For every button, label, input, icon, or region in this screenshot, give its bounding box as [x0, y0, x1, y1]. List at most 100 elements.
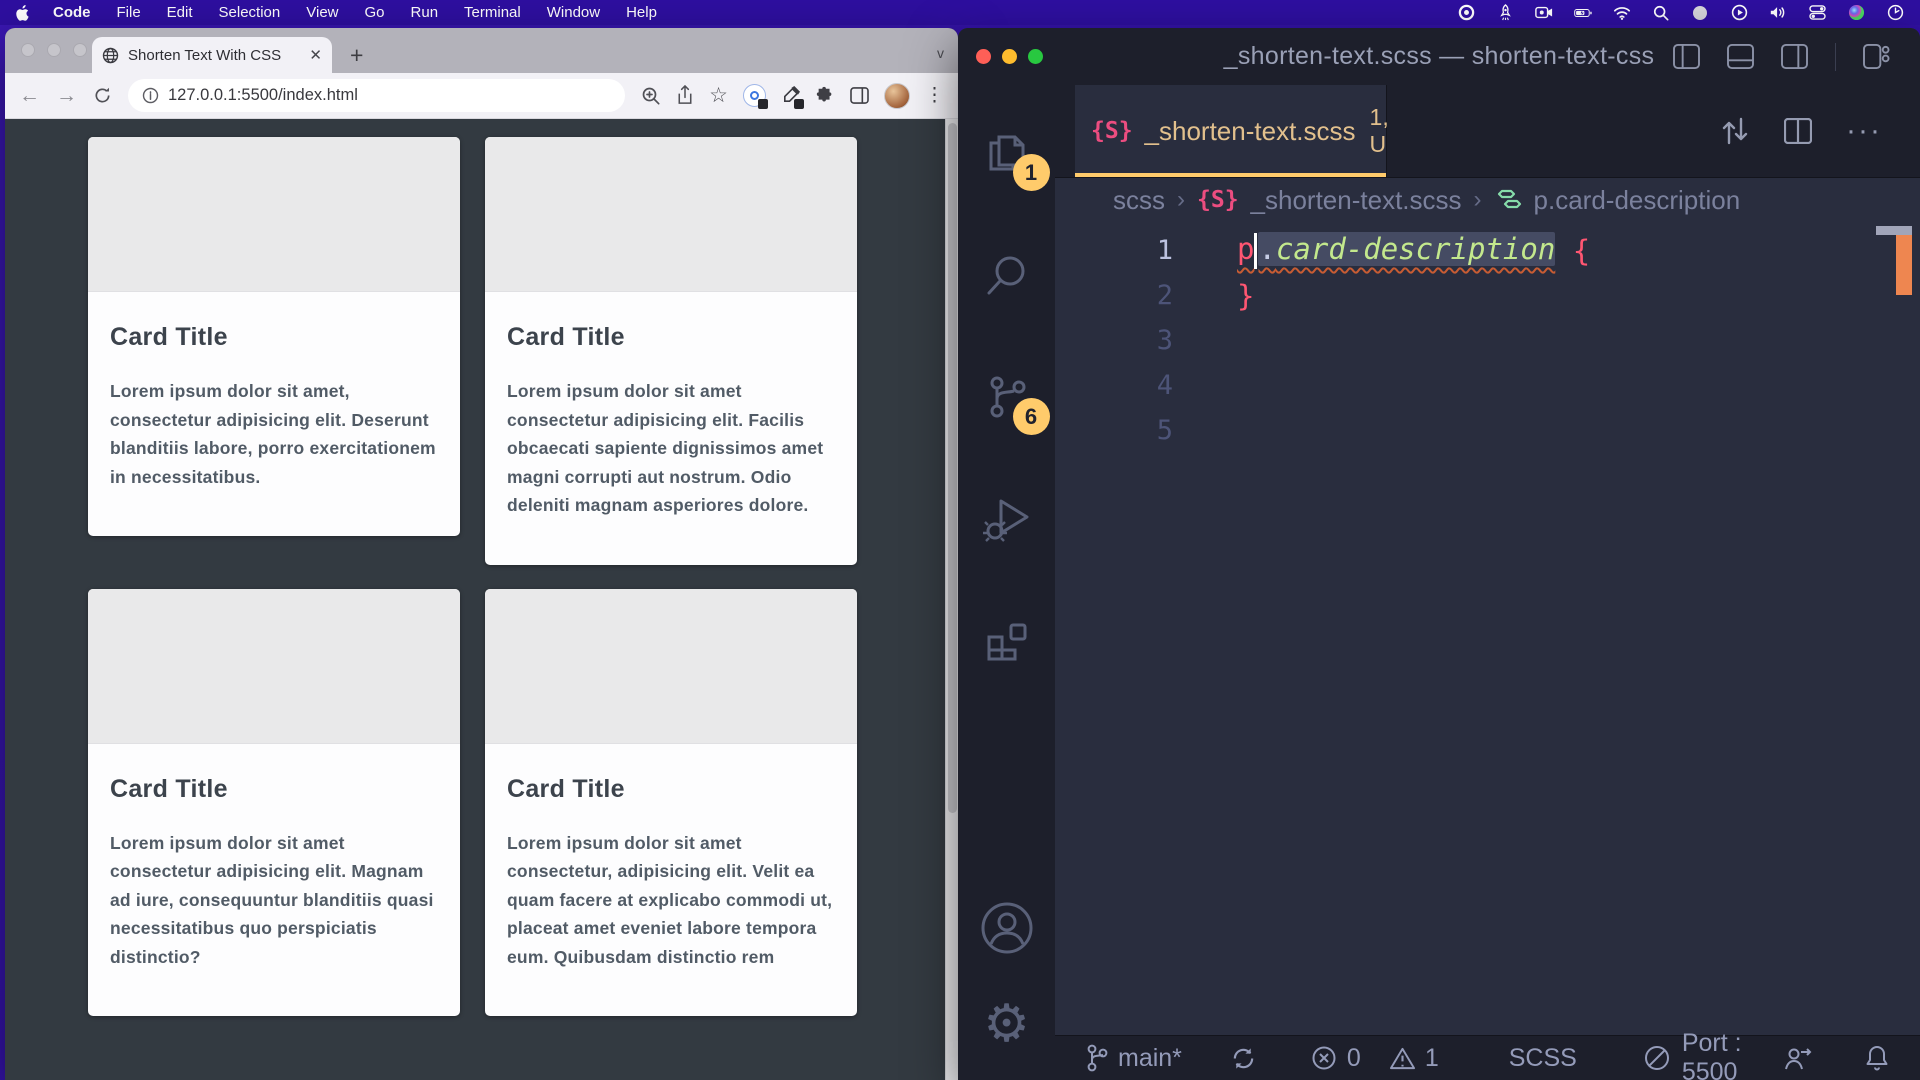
vscode-titlebar[interactable]: _shorten-text.scss — shorten-text-css [958, 28, 1920, 85]
explorer-badge: 1 [1013, 154, 1050, 191]
scrollbar-thumb[interactable] [948, 123, 957, 813]
line-number: 5 [1055, 415, 1173, 446]
toggle-panel-icon[interactable] [1727, 44, 1754, 69]
problems-item[interactable]: 0 1 [1311, 1044, 1439, 1073]
forward-button[interactable]: → [56, 85, 77, 106]
zoom-window-button[interactable] [1028, 49, 1043, 64]
close-window-button[interactable] [21, 43, 35, 57]
wifi-icon[interactable] [1613, 4, 1631, 22]
breadcrumb-file[interactable]: _shorten-text.scss [1251, 185, 1462, 216]
url-bar[interactable]: 127.0.0.1:5500/index.html [128, 79, 625, 112]
back-button[interactable]: ← [19, 85, 40, 106]
menu-item-window[interactable]: Window [547, 4, 600, 21]
reload-button[interactable] [93, 86, 112, 105]
siri-icon[interactable] [1847, 4, 1865, 22]
breadcrumb-folder[interactable]: scss [1113, 185, 1165, 216]
chevron-right-icon: › [1474, 186, 1482, 214]
settings-gear-icon[interactable]: ⚙ [983, 998, 1030, 1050]
overflow-menu-icon[interactable]: ⋮ [925, 84, 944, 107]
minimize-window-button[interactable] [1002, 49, 1017, 64]
warnings-count: 1 [1425, 1044, 1439, 1073]
card-description: Lorem ipsum dolor sit amet consectetur a… [110, 829, 438, 972]
clock-icon[interactable] [1886, 4, 1904, 22]
sync-icon[interactable] [1230, 1045, 1257, 1072]
editor-scrollbar-slider[interactable] [1876, 226, 1912, 235]
volume-icon[interactable] [1769, 4, 1787, 22]
new-tab-button[interactable]: + [350, 44, 363, 67]
menu-item-help[interactable]: Help [626, 4, 657, 21]
explorer-icon[interactable]: 1 [981, 127, 1033, 179]
language-mode[interactable]: SCSS [1509, 1044, 1577, 1073]
password-key-icon[interactable] [743, 84, 766, 107]
code-line-4[interactable]: 4 [1055, 363, 1920, 408]
tab-close-icon[interactable]: ✕ [309, 46, 322, 64]
breadcrumb-symbol[interactable]: p.card-description [1534, 185, 1741, 216]
spotlight-search-icon[interactable] [1652, 4, 1670, 22]
rocket-icon[interactable] [1496, 4, 1514, 22]
code-line-2[interactable]: 2 } [1055, 273, 1920, 318]
menu-item-terminal[interactable]: Terminal [464, 4, 521, 21]
card-description: Lorem ipsum dolor sit amet consectetur, … [507, 829, 835, 972]
zoom-window-button[interactable] [73, 43, 87, 57]
search-icon[interactable] [981, 249, 1033, 301]
browser-tab[interactable]: Shorten Text With CSS ✕ [92, 37, 332, 73]
browser-traffic-lights[interactable] [21, 43, 87, 57]
eyedropper-icon[interactable] [781, 86, 800, 105]
toggle-secondary-sidebar-icon[interactable] [1781, 44, 1808, 69]
zoom-icon[interactable] [641, 86, 661, 106]
more-actions-icon[interactable]: ··· [1846, 114, 1882, 148]
tab-overflow-chevron-icon[interactable]: v [937, 45, 944, 61]
share-icon[interactable] [676, 85, 694, 106]
menu-item-edit[interactable]: Edit [167, 4, 193, 21]
card-description: Lorem ipsum dolor sit amet consectetur a… [507, 377, 835, 520]
tab-file-name: _shorten-text.scss [1145, 116, 1356, 147]
menu-item-run[interactable]: Run [411, 4, 439, 21]
account-icon[interactable] [979, 900, 1035, 956]
close-window-button[interactable] [976, 49, 991, 64]
code-line-3[interactable]: 3 [1055, 318, 1920, 363]
url-text[interactable]: 127.0.0.1:5500/index.html [168, 86, 358, 105]
menu-item-app[interactable]: Code [53, 4, 91, 21]
site-info-icon[interactable] [142, 87, 159, 104]
open-changes-icon[interactable] [1720, 115, 1750, 147]
minimize-window-button[interactable] [47, 43, 61, 57]
overview-ruler-warning-mark [1896, 235, 1912, 295]
play-circle-icon[interactable] [1730, 4, 1748, 22]
menu-item-file[interactable]: File [117, 4, 141, 21]
split-editor-icon[interactable] [1784, 118, 1812, 144]
vscode-traffic-lights[interactable] [976, 49, 1043, 64]
notifications-bell-icon[interactable] [1864, 1044, 1890, 1072]
extensions-puzzle-icon[interactable] [815, 86, 835, 106]
line-number: 2 [1055, 280, 1173, 311]
side-panel-icon[interactable] [850, 87, 869, 104]
editor-tab[interactable]: {S} _shorten-text.scss 1, U [1075, 85, 1387, 177]
menu-item-go[interactable]: Go [365, 4, 385, 21]
menu-item-view[interactable]: View [306, 4, 338, 21]
live-server-port[interactable]: Port : 5500 [1643, 1029, 1782, 1080]
menu-items: Code File Edit Selection View Go Run Terminal W… [53, 4, 657, 21]
code-line-5[interactable]: 5 [1055, 408, 1920, 453]
apple-icon[interactable] [16, 4, 31, 22]
active-tab-underline [1075, 173, 1386, 177]
toggle-sidebar-icon[interactable] [1673, 44, 1700, 69]
code-line-1[interactable]: 1 p.card-description { [1055, 228, 1920, 273]
vscode-window-title: _shorten-text.scss — shorten-text-css [1224, 42, 1655, 71]
gray-dot-icon[interactable] [1691, 4, 1709, 22]
video-camera-icon[interactable] [1535, 4, 1553, 22]
code-editor[interactable]: 1 p.card-description { 2 } 3 4 5 [1055, 222, 1920, 1035]
battery-icon[interactable] [1574, 4, 1592, 22]
editor-actions: ··· [1720, 85, 1920, 177]
page-scrollbar[interactable] [945, 119, 958, 1080]
control-center-icon[interactable] [1808, 4, 1826, 22]
profile-avatar[interactable] [884, 83, 910, 109]
source-control-icon[interactable]: 6 [981, 371, 1033, 423]
feedback-icon[interactable] [1782, 1044, 1812, 1072]
bookmark-star-icon[interactable]: ☆ [709, 83, 728, 108]
git-branch-item[interactable]: main* [1085, 1043, 1182, 1073]
extensions-icon[interactable] [981, 615, 1033, 667]
run-debug-icon[interactable] [981, 493, 1033, 545]
customize-layout-icon[interactable] [1863, 44, 1890, 69]
layout-controls [1673, 43, 1891, 71]
screen-record-icon[interactable] [1457, 4, 1475, 22]
menu-item-selection[interactable]: Selection [219, 4, 281, 21]
